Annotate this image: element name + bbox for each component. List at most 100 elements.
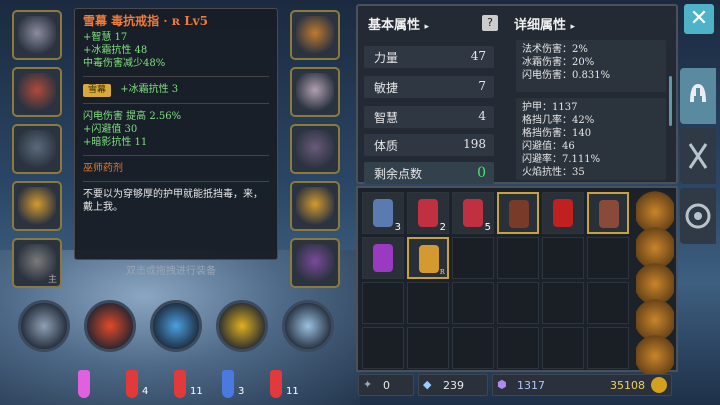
item-count: 3 bbox=[394, 222, 401, 233]
helmet-slot-icon bbox=[18, 16, 56, 54]
tooltip-base-stat: +冰霜抗性 48 bbox=[83, 45, 148, 56]
rarity-mark: ʀ bbox=[439, 267, 445, 277]
stat-agility: 敏捷 7 bbox=[364, 76, 494, 98]
ring-slot-icon bbox=[18, 187, 56, 225]
bag-slot[interactable] bbox=[636, 262, 674, 302]
detail-defense-box[interactable]: 护甲：1137 格挡几率：42% 格挡伤害：140 闪避值：46 闪避率：7.1… bbox=[516, 98, 666, 180]
set-tag: 雪幕 bbox=[83, 84, 112, 97]
skill-button-4[interactable] bbox=[216, 300, 268, 352]
inventory-slot[interactable] bbox=[407, 327, 449, 369]
item-icon bbox=[509, 200, 529, 228]
target-icon bbox=[685, 203, 711, 229]
tooltip-base-stat: +智慧 17 bbox=[83, 32, 128, 43]
help-icon[interactable]: ? bbox=[482, 15, 498, 31]
inventory-slot[interactable] bbox=[497, 237, 539, 279]
inventory-slot[interactable] bbox=[587, 192, 629, 234]
stat-constitution: 体质 198 bbox=[364, 134, 494, 156]
bag-slot[interactable] bbox=[636, 226, 674, 266]
weapon-slot[interactable]: 主 bbox=[12, 238, 62, 288]
close-button[interactable]: ✕ bbox=[684, 4, 714, 34]
inventory-slot[interactable] bbox=[362, 282, 404, 324]
detail-scrollbar[interactable] bbox=[669, 76, 672, 126]
inventory-slot[interactable] bbox=[542, 237, 584, 279]
item-icon bbox=[553, 199, 573, 227]
inventory-slot[interactable] bbox=[407, 282, 449, 324]
tooltip-random-stat: +暗影抗性 11 bbox=[83, 137, 148, 148]
bag-slot[interactable] bbox=[636, 190, 674, 230]
potion-count: 4 bbox=[142, 386, 149, 397]
armor-slot-icon bbox=[18, 130, 56, 168]
amulet-slot[interactable] bbox=[290, 10, 340, 60]
inventory-slot[interactable] bbox=[362, 237, 404, 279]
detail-line: 格挡几率：42% bbox=[522, 115, 595, 126]
inventory-slot[interactable] bbox=[497, 192, 539, 234]
potion-count: 3 bbox=[238, 386, 245, 397]
armor-slot[interactable] bbox=[12, 124, 62, 174]
detail-line: 冰霜伤害：20% bbox=[522, 57, 595, 68]
bag-slot[interactable] bbox=[636, 334, 674, 374]
item-icon bbox=[418, 199, 438, 227]
inventory-slot[interactable] bbox=[587, 327, 629, 369]
inventory-slot[interactable]: 2 bbox=[407, 192, 449, 234]
detail-line: 闪避值：46 bbox=[522, 141, 575, 152]
skill-button-2[interactable] bbox=[84, 300, 136, 352]
potion-1[interactable] bbox=[78, 370, 90, 398]
tab-skills[interactable] bbox=[680, 128, 716, 184]
inventory-slot[interactable] bbox=[497, 282, 539, 324]
offhand-slot-icon bbox=[296, 244, 334, 282]
gem-counter: ◆ 239 bbox=[418, 374, 488, 396]
inventory-slot[interactable]: 3 bbox=[362, 192, 404, 234]
tooltip-random-stat: 闪电伤害 提高 2.56% bbox=[83, 111, 182, 122]
inventory-slot[interactable] bbox=[542, 192, 584, 234]
tooltip-random-stat: +闪避值 30 bbox=[83, 124, 138, 135]
inventory-slot[interactable] bbox=[587, 282, 629, 324]
item-icon bbox=[419, 245, 439, 273]
boots-slot[interactable] bbox=[290, 124, 340, 174]
bag-slot[interactable] bbox=[636, 298, 674, 338]
stats-panel: 基本属性 ▸ ? 详细属性 ▸ 力量 47 敏捷 7 智慧 4 体质 198 剩余点数 0… bbox=[356, 4, 678, 184]
item-icon bbox=[463, 199, 483, 227]
item-tooltip: 雪幕 毒抗戒指 · ʀ Lv5 +智慧 17 +冰霜抗性 48 中毒伤害减少48… bbox=[74, 8, 278, 260]
basic-attributes-header[interactable]: 基本属性 ▸ bbox=[368, 14, 429, 33]
potion-5[interactable] bbox=[270, 370, 282, 398]
inventory-slot[interactable] bbox=[452, 282, 494, 324]
potion-4[interactable] bbox=[222, 370, 234, 398]
inventory-slot[interactable] bbox=[452, 237, 494, 279]
gloves-slot[interactable] bbox=[290, 67, 340, 117]
item-icon bbox=[599, 200, 619, 228]
inventory-slot[interactable] bbox=[587, 237, 629, 279]
tooltip-description: 不要以为穿够厚的护甲就能抵挡毒，来，戴上我。 bbox=[83, 189, 263, 213]
skill-point-counter: ✦ 0 bbox=[358, 374, 414, 396]
boots-slot-icon bbox=[296, 130, 334, 168]
item-icon bbox=[373, 244, 393, 272]
helmet-slot[interactable] bbox=[12, 10, 62, 60]
detail-line: 闪电伤害：0.831% bbox=[522, 70, 611, 81]
potion-3[interactable] bbox=[174, 370, 186, 398]
skill-button-1[interactable] bbox=[18, 300, 70, 352]
tooltip-crafter: 巫师药剂 bbox=[83, 163, 123, 174]
potion-2[interactable] bbox=[126, 370, 138, 398]
stat-wisdom: 智慧 4 bbox=[364, 106, 494, 128]
inventory-slot[interactable]: 5 bbox=[452, 192, 494, 234]
tab-character[interactable] bbox=[680, 68, 716, 124]
ring-slot[interactable] bbox=[12, 181, 62, 231]
tab-settings[interactable] bbox=[680, 188, 716, 244]
slot-label: 主 bbox=[47, 275, 57, 285]
inventory-slot[interactable] bbox=[362, 327, 404, 369]
ring2-slot[interactable] bbox=[290, 181, 340, 231]
detail-attributes-header[interactable]: 详细属性 ▸ bbox=[514, 14, 575, 33]
remaining-points: 剩余点数 0 bbox=[364, 162, 494, 184]
detail-damage-box: 法术伤害：2% 冰霜伤害：20% 闪电伤害：0.831% bbox=[516, 40, 666, 92]
inventory-slot[interactable] bbox=[542, 327, 584, 369]
ring2-slot-icon bbox=[296, 187, 334, 225]
set-bonus-text: +冰霜抗性 3 bbox=[120, 84, 179, 95]
skill-button-3[interactable] bbox=[150, 300, 202, 352]
inventory-slot[interactable] bbox=[542, 282, 584, 324]
skill-button-5[interactable] bbox=[282, 300, 334, 352]
offhand-slot[interactable] bbox=[290, 238, 340, 288]
inventory-slot[interactable]: ʀ bbox=[407, 237, 449, 279]
equip-hint: 双击或拖拽进行装备 bbox=[126, 266, 216, 277]
inventory-slot[interactable] bbox=[497, 327, 539, 369]
inventory-slot[interactable] bbox=[452, 327, 494, 369]
chest-slot[interactable] bbox=[12, 67, 62, 117]
